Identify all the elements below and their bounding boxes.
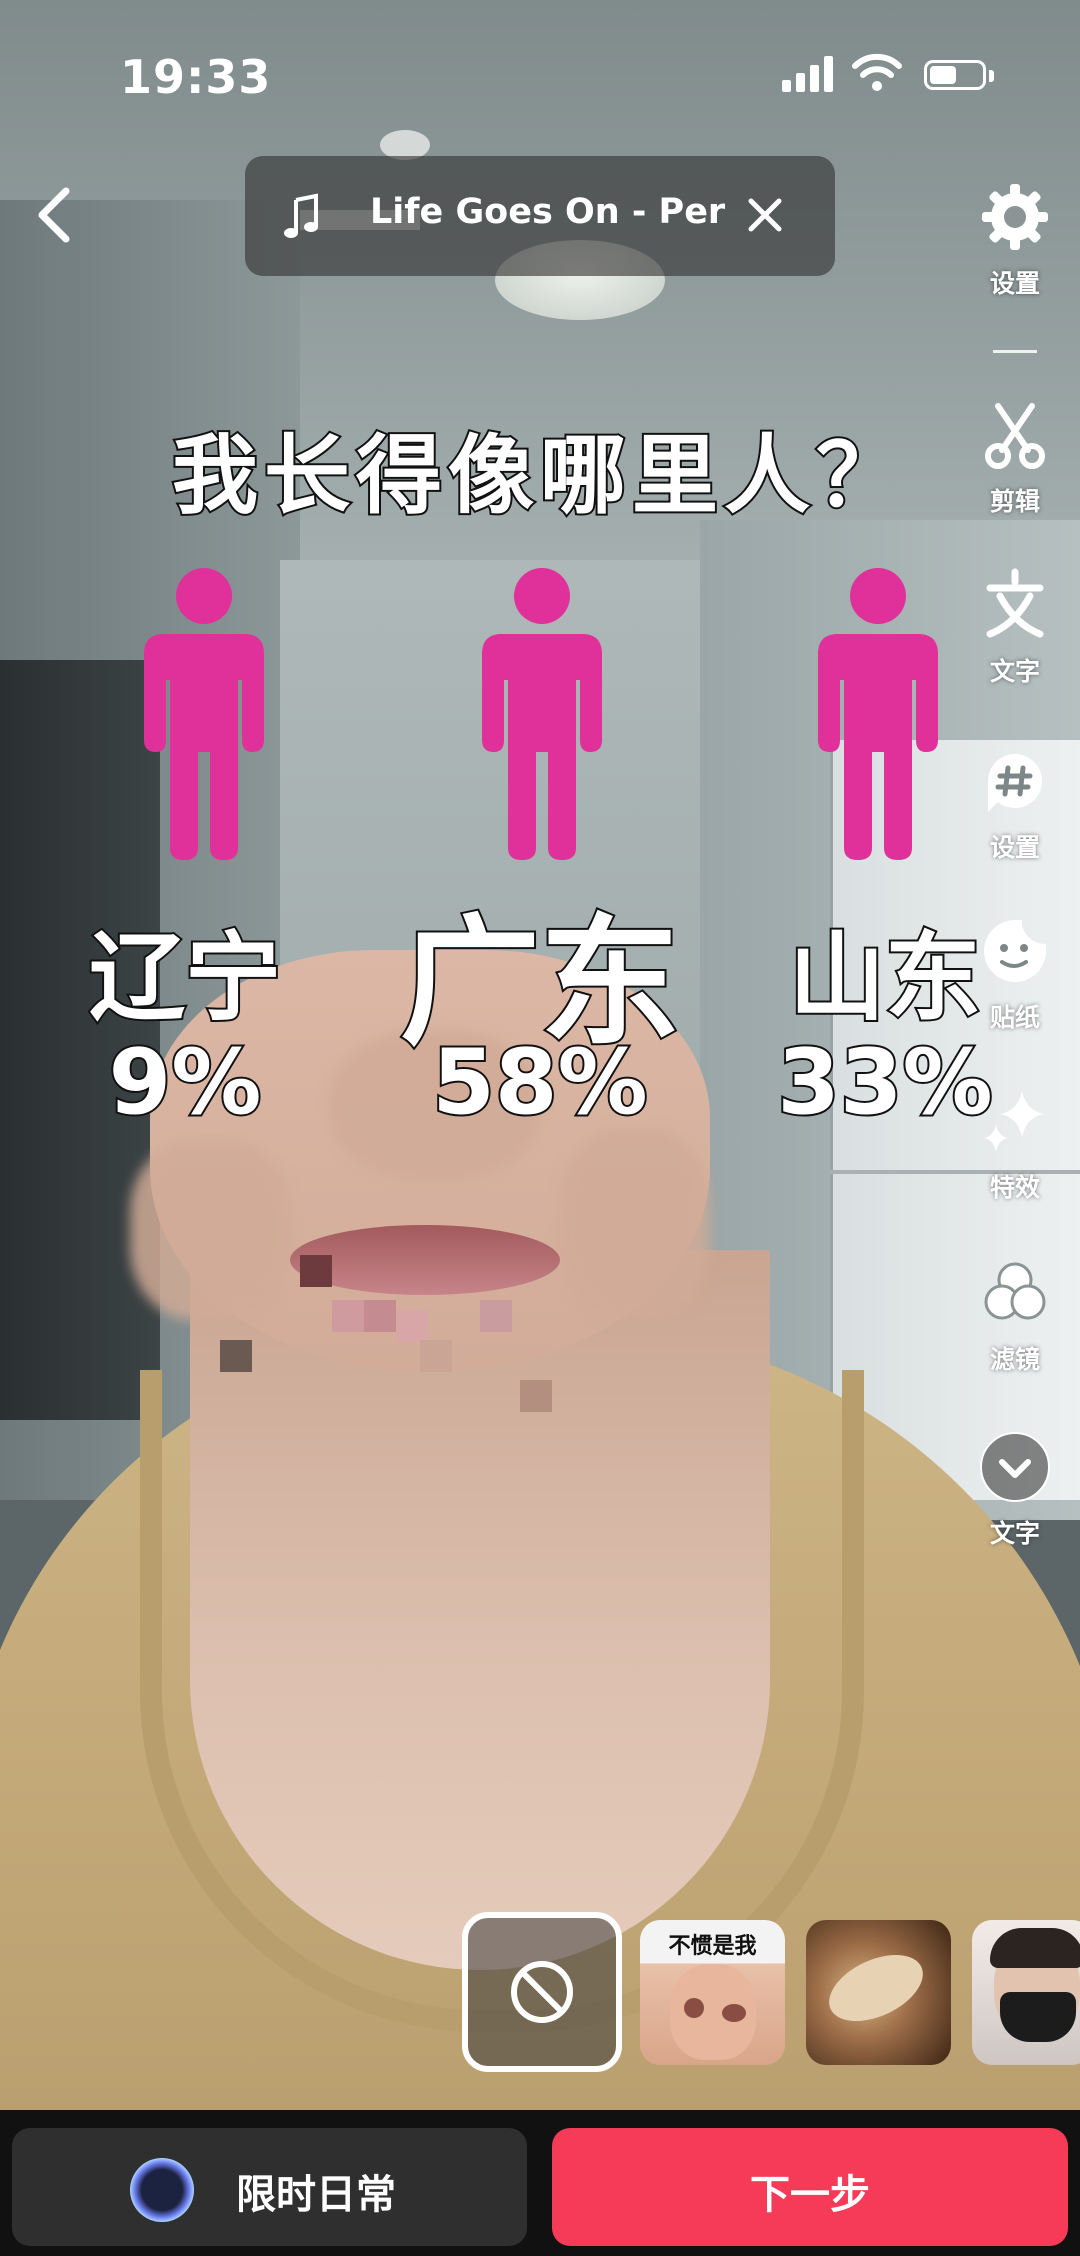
tool-label: 设置	[989, 269, 1040, 298]
blur-patch	[560, 1130, 710, 1320]
person-figure-icon	[144, 568, 264, 860]
tool-settings[interactable]: 设置	[970, 180, 1060, 300]
battery-tip	[989, 70, 994, 82]
tool-divider	[993, 350, 1037, 353]
battery-icon	[924, 60, 986, 90]
effect-thumbnail[interactable]	[806, 1920, 951, 2065]
thumbnail-caption: 不惯是我	[668, 1934, 757, 1959]
pixel-block	[520, 1380, 552, 1412]
music-note-icon	[284, 193, 318, 238]
pixel-block	[300, 1255, 332, 1287]
thumbnail-hair	[990, 1928, 1080, 1968]
tool-label: 特效	[989, 1173, 1040, 1202]
effect-none-button[interactable]	[462, 1912, 622, 2072]
chevron-down-icon	[980, 1432, 1050, 1502]
tool-text[interactable]: 文字	[970, 568, 1060, 688]
tool-hashtag[interactable]: 设置	[970, 744, 1060, 864]
daily-label: 限时日常	[236, 2172, 396, 2218]
effect-thumbnail[interactable]: 不惯是我	[640, 1920, 785, 2065]
pixel-block	[332, 1300, 364, 1332]
pixel-block	[480, 1300, 512, 1332]
gear-icon	[982, 184, 1048, 250]
tool-label: 滤镜	[989, 1345, 1040, 1374]
thumbnail-mask	[1000, 1992, 1076, 2042]
percent-label: 58%	[430, 1028, 649, 1137]
next-label: 下一步	[750, 2172, 870, 2218]
percent-label: 33%	[775, 1028, 994, 1137]
filter-icon	[984, 1262, 1046, 1320]
close-icon[interactable]	[746, 196, 784, 234]
text-icon	[986, 568, 1044, 638]
tool-more[interactable]: 文字	[970, 1430, 1060, 1550]
pixel-block	[364, 1300, 396, 1332]
status-time: 19:33	[120, 50, 272, 104]
no-effect-icon	[511, 1961, 573, 2023]
back-arrow-icon[interactable]	[30, 185, 80, 245]
percent-label: 9%	[107, 1028, 264, 1137]
tool-label: 文字	[989, 657, 1040, 686]
daily-avatar-icon	[130, 2158, 194, 2222]
music-title: Life Goes On - Per	[370, 192, 726, 232]
tool-label: 文字	[989, 1519, 1040, 1548]
tool-label: 设置	[989, 833, 1040, 862]
wifi-icon	[852, 53, 902, 91]
blur-patch	[130, 1140, 290, 1320]
thumbnail-mark	[722, 2004, 746, 2022]
effect-title: 我长得像哪里人？	[170, 424, 908, 528]
person-figure-icon	[482, 568, 602, 860]
cellular-signal-icon	[782, 56, 834, 92]
pixel-block	[396, 1310, 428, 1342]
tool-filter[interactable]: 滤镜	[970, 1256, 1060, 1376]
region-label: 辽宁	[87, 920, 283, 1036]
thumbnail-food	[818, 1941, 934, 2035]
pixel-block	[220, 1340, 252, 1372]
effect-thumbnail[interactable]	[972, 1920, 1080, 2065]
region-label: 山东	[787, 920, 983, 1036]
hashtag-icon	[988, 754, 1042, 812]
person-figure-icon	[818, 568, 938, 860]
pixel-block	[420, 1340, 452, 1372]
thumbnail-mark	[684, 1998, 704, 2018]
